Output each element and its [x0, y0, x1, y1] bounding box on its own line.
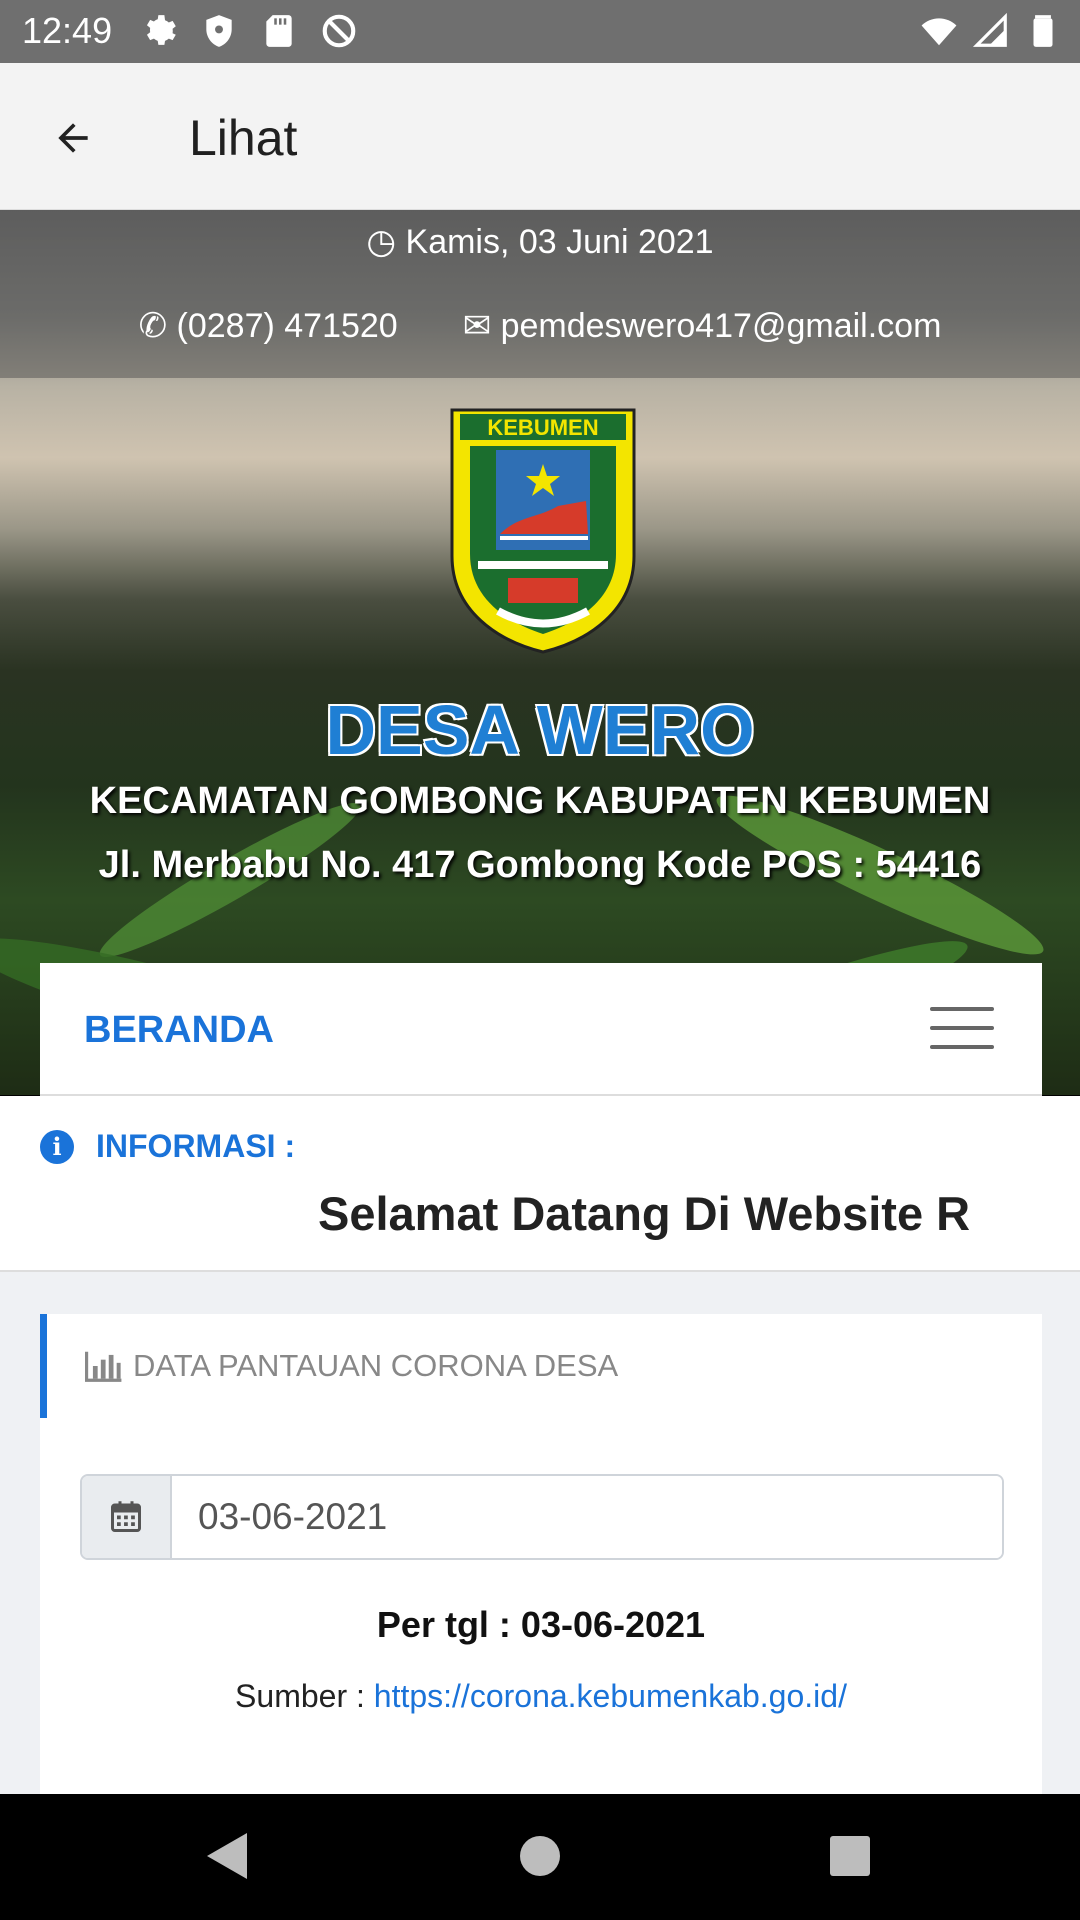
- back-triangle-icon: [207, 1833, 247, 1879]
- village-name: DESA WERO: [325, 691, 755, 769]
- status-time: 12:49: [22, 10, 113, 51]
- card-title: DATA PANTAUAN CORONA DESA: [133, 1348, 619, 1383]
- arrow-left-icon: [58, 123, 88, 153]
- source-link[interactable]: https://corona.kebumenkab.go.id/: [374, 1678, 847, 1714]
- system-recents-button[interactable]: [820, 1826, 880, 1886]
- hamburger-icon-line: [930, 1045, 994, 1049]
- info-marquee: Selamat Datang Di Website R: [318, 1186, 990, 1252]
- wifi-icon: [921, 18, 957, 46]
- home-circle-icon: [520, 1836, 560, 1876]
- card-title-group: DATA PANTAUAN CORONA DESA: [85, 1348, 618, 1384]
- hero-date-text: Kamis, 03 Juni 2021: [405, 223, 714, 261]
- back-button[interactable]: [40, 108, 106, 168]
- system-home-button[interactable]: [510, 1826, 570, 1886]
- calendar-button[interactable]: [82, 1476, 172, 1558]
- calendar-icon: [111, 1501, 141, 1532]
- info-circle-icon: i: [40, 1129, 74, 1164]
- hero-address: Jl. Merbabu No. 417 Gombong Kode POS : 5…: [98, 844, 982, 886]
- corona-card: DATA PANTAUAN CORONA DESA Per tgl : 03-0…: [40, 1314, 1042, 1794]
- status-icons-left: [140, 12, 358, 50]
- email-address[interactable]: pemdeswero417@gmail.com: [501, 307, 942, 345]
- date-picker-group: [80, 1474, 1004, 1560]
- bar-chart-icon: [85, 1351, 122, 1382]
- signal-icon: [972, 12, 1007, 47]
- hero-contact: ✆ (0287) 471520 ✉ pemdeswero417@gmail.co…: [0, 306, 1080, 346]
- phone-number[interactable]: (0287) 471520: [177, 307, 398, 345]
- sd-card-icon: [266, 15, 292, 47]
- hero-date: ◷ Kamis, 03 Juni 2021: [0, 222, 1080, 262]
- app-bar: Lihat: [0, 63, 1080, 210]
- kebumen-logo: KEBUMEN: [450, 408, 636, 654]
- info-label: INFORMASI :: [96, 1128, 296, 1164]
- date-input[interactable]: [172, 1476, 1002, 1558]
- info-label-group: i INFORMASI :: [40, 1128, 295, 1165]
- marquee-text: Selamat Datang Di Website R: [318, 1187, 971, 1240]
- logo-text: KEBUMEN: [487, 415, 598, 440]
- battery-icon: [1033, 15, 1053, 47]
- status-bar: 12:49: [0, 0, 1080, 63]
- card-header: DATA PANTAUAN CORONA DESA: [40, 1314, 1042, 1418]
- phone-icon: ✆: [138, 307, 168, 345]
- hamburger-icon: [930, 1007, 994, 1011]
- nav-home-link[interactable]: BERANDA: [84, 1009, 274, 1052]
- at-icon: [322, 14, 356, 48]
- navbar: BERANDA: [40, 963, 1042, 1096]
- app-title: Lihat: [189, 110, 298, 166]
- source-line: Sumber : https://corona.kebumenkab.go.id…: [40, 1678, 1042, 1715]
- status-icons-right: [920, 12, 1062, 50]
- recents-square-icon: [830, 1836, 870, 1876]
- gear-icon: [146, 15, 176, 45]
- per-tgl-text: Per tgl : 03-06-2021: [376, 1604, 706, 1645]
- source-label: Sumber :: [235, 1678, 374, 1714]
- content-area: DATA PANTAUAN CORONA DESA Per tgl : 03-0…: [0, 1272, 1080, 1794]
- hamburger-icon-line: [930, 1026, 994, 1030]
- hero-subtitle: KECAMATAN GOMBONG KABUPATEN KEBUMEN: [89, 780, 991, 822]
- shield-icon: [206, 15, 232, 47]
- clock-icon: ◷: [366, 223, 397, 261]
- inbox-icon: ✉: [462, 307, 492, 345]
- info-section: i INFORMASI : Selamat Datang Di Website …: [0, 1096, 1080, 1272]
- system-navigation-bar: [0, 1794, 1080, 1920]
- system-back-button[interactable]: [196, 1826, 256, 1886]
- hamburger-menu-button[interactable]: [930, 1007, 994, 1051]
